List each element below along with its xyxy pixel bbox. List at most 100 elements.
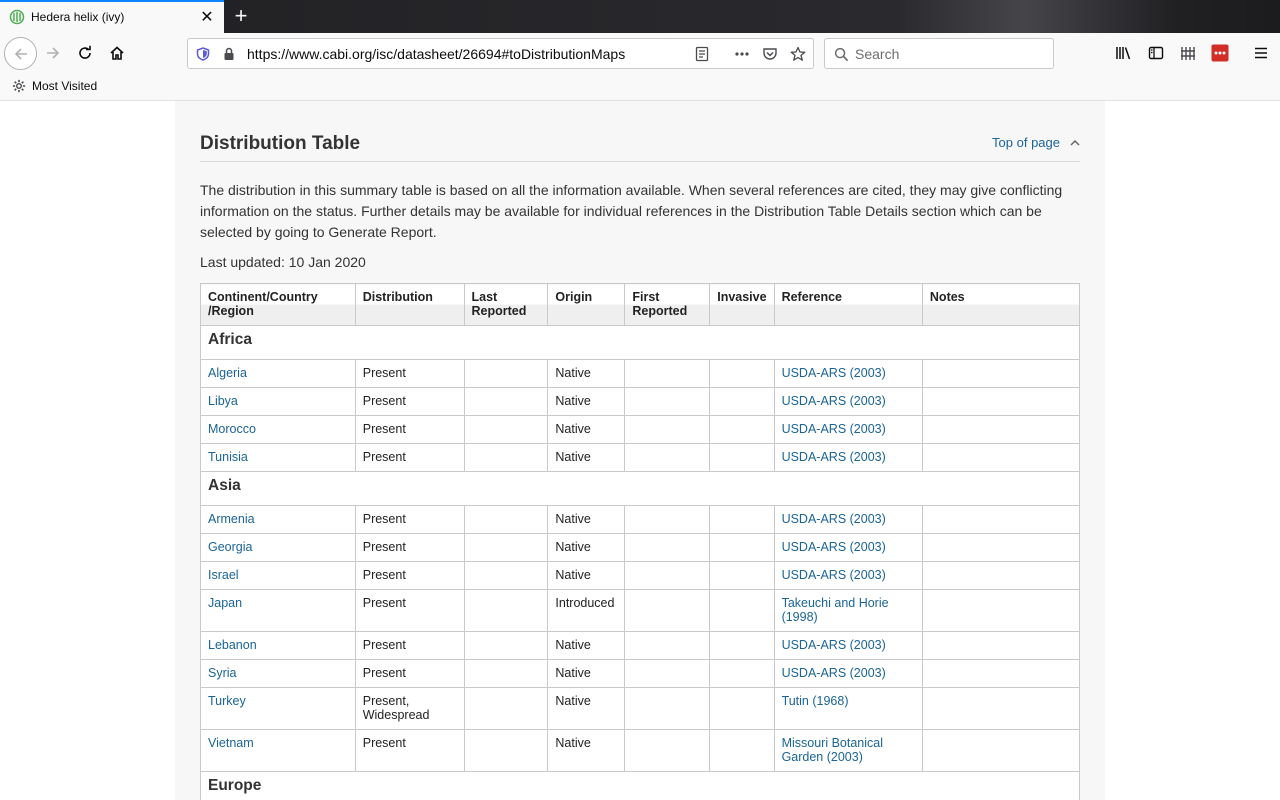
reference-cell: USDA-ARS (2003) bbox=[773, 387, 923, 416]
reference-link[interactable]: USDA-ARS (2003) bbox=[782, 422, 886, 436]
column-header[interactable]: Reference bbox=[773, 283, 923, 326]
url-bar[interactable]: https://www.cabi.org/isc/datasheet/26694… bbox=[187, 38, 814, 69]
invasive-cell bbox=[709, 561, 775, 590]
origin-cell: Introduced bbox=[547, 589, 626, 632]
top-of-page-link[interactable]: Top of page bbox=[992, 135, 1080, 150]
column-header[interactable]: Origin bbox=[547, 283, 626, 326]
country-link[interactable]: Armenia bbox=[208, 512, 255, 526]
invasive-cell bbox=[709, 631, 775, 660]
notes-cell bbox=[921, 631, 1081, 660]
url-text[interactable]: https://www.cabi.org/isc/datasheet/26694… bbox=[247, 46, 625, 62]
hamburger-menu-icon bbox=[1255, 47, 1267, 59]
notes-cell bbox=[921, 729, 1081, 772]
table-row: Syria Present Native USDA-ARS (2003) bbox=[200, 659, 1081, 688]
country-link[interactable]: Georgia bbox=[208, 540, 252, 554]
reference-link[interactable]: Takeuchi and Horie (1998) bbox=[782, 596, 889, 624]
origin-cell: Native bbox=[547, 631, 626, 660]
origin-cell: Native bbox=[547, 415, 626, 444]
last-reported-cell bbox=[463, 505, 549, 534]
column-header[interactable]: Distribution bbox=[354, 283, 465, 326]
home-button[interactable] bbox=[102, 38, 132, 68]
bookmark-most-visited[interactable]: Most Visited bbox=[12, 79, 97, 93]
reference-link[interactable]: USDA-ARS (2003) bbox=[782, 512, 886, 526]
reference-link[interactable]: USDA-ARS (2003) bbox=[782, 366, 886, 380]
new-tab-button[interactable]: + bbox=[229, 3, 253, 29]
column-header[interactable]: Invasive bbox=[709, 283, 775, 326]
reference-link[interactable]: USDA-ARS (2003) bbox=[782, 394, 886, 408]
first-reported-cell bbox=[624, 443, 711, 472]
region-heading: Europe bbox=[200, 771, 1080, 800]
country-link[interactable]: Japan bbox=[208, 596, 242, 610]
country-cell: Syria bbox=[200, 659, 356, 688]
notes-cell bbox=[921, 561, 1081, 590]
first-reported-cell bbox=[624, 589, 711, 632]
country-link[interactable]: Turkey bbox=[208, 694, 246, 708]
column-header[interactable]: First Reported bbox=[624, 283, 711, 326]
password-manager-button[interactable] bbox=[1205, 38, 1235, 68]
country-cell: Israel bbox=[200, 561, 356, 590]
search-placeholder: Search bbox=[855, 46, 900, 62]
pocket-icon[interactable] bbox=[762, 46, 778, 62]
reference-link[interactable]: USDA-ARS (2003) bbox=[782, 638, 886, 652]
last-reported-cell bbox=[463, 631, 549, 660]
first-reported-cell bbox=[624, 415, 711, 444]
region-row: Europe bbox=[200, 771, 1080, 800]
home-icon bbox=[110, 46, 124, 60]
country-link[interactable]: Libya bbox=[208, 394, 238, 408]
reference-link[interactable]: USDA-ARS (2003) bbox=[782, 568, 886, 582]
reference-link[interactable]: Missouri Botanical Garden (2003) bbox=[782, 736, 883, 764]
table-header-row: Continent/Country /Region Distribution L… bbox=[200, 283, 1081, 326]
country-link[interactable]: Syria bbox=[208, 666, 236, 680]
country-link[interactable]: Israel bbox=[208, 568, 239, 582]
reference-cell: USDA-ARS (2003) bbox=[773, 359, 923, 388]
country-link[interactable]: Vietnam bbox=[208, 736, 254, 750]
country-link[interactable]: Lebanon bbox=[208, 638, 257, 652]
bookmark-star-icon[interactable] bbox=[790, 46, 806, 62]
tracking-shield-icon[interactable] bbox=[195, 46, 211, 62]
reference-link[interactable]: Tutin (1968) bbox=[782, 694, 849, 708]
origin-cell: Native bbox=[547, 359, 626, 388]
first-reported-cell bbox=[624, 729, 711, 772]
reference-link[interactable]: USDA-ARS (2003) bbox=[782, 450, 886, 464]
country-cell: Libya bbox=[200, 387, 356, 416]
country-link[interactable]: Tunisia bbox=[208, 450, 248, 464]
last-updated: Last updated: 10 Jan 2020 bbox=[200, 254, 366, 270]
forward-button[interactable] bbox=[38, 38, 68, 68]
distribution-table: Continent/Country /Region Distribution L… bbox=[200, 283, 1081, 800]
reference-cell: USDA-ARS (2003) bbox=[773, 561, 923, 590]
notes-cell bbox=[921, 687, 1081, 730]
first-reported-cell bbox=[624, 687, 711, 730]
table-row: Vietnam Present Native Missouri Botanical G… bbox=[200, 729, 1081, 772]
notes-cell bbox=[921, 533, 1081, 562]
close-tab-icon[interactable]: ✕ bbox=[197, 7, 217, 27]
library-button[interactable] bbox=[1109, 38, 1139, 68]
reference-link[interactable]: USDA-ARS (2003) bbox=[782, 540, 886, 554]
reference-link[interactable]: USDA-ARS (2003) bbox=[782, 666, 886, 680]
origin-cell: Native bbox=[547, 729, 626, 772]
search-bar[interactable]: Search bbox=[824, 38, 1054, 69]
divider bbox=[200, 161, 1080, 162]
table-row: Libya Present Native USDA-ARS (2003) bbox=[200, 387, 1081, 416]
column-header[interactable]: Last Reported bbox=[463, 283, 549, 326]
country-cell: Algeria bbox=[200, 359, 356, 388]
page-actions-icon[interactable] bbox=[734, 46, 750, 62]
distribution-cell: Present bbox=[354, 415, 465, 444]
reference-cell: Tutin (1968) bbox=[773, 687, 923, 730]
reload-button[interactable] bbox=[70, 38, 100, 68]
back-button[interactable] bbox=[4, 37, 37, 70]
menu-button[interactable] bbox=[1246, 38, 1276, 68]
last-reported-cell bbox=[463, 533, 549, 562]
extension-button[interactable] bbox=[1173, 38, 1203, 68]
lock-icon[interactable] bbox=[221, 46, 237, 62]
country-cell: Tunisia bbox=[200, 443, 356, 472]
site-favicon-icon bbox=[9, 9, 25, 25]
country-link[interactable]: Morocco bbox=[208, 422, 256, 436]
sidebar-button[interactable] bbox=[1141, 38, 1171, 68]
column-header[interactable]: Continent/Country /Region bbox=[200, 283, 356, 326]
country-link[interactable]: Algeria bbox=[208, 366, 247, 380]
reader-view-icon[interactable] bbox=[694, 46, 710, 62]
invasive-cell bbox=[709, 359, 775, 388]
tab-active[interactable]: Hedera helix (ivy) ✕ bbox=[0, 0, 224, 33]
region-heading: Asia bbox=[200, 471, 1080, 506]
column-header[interactable]: Notes bbox=[921, 283, 1081, 326]
